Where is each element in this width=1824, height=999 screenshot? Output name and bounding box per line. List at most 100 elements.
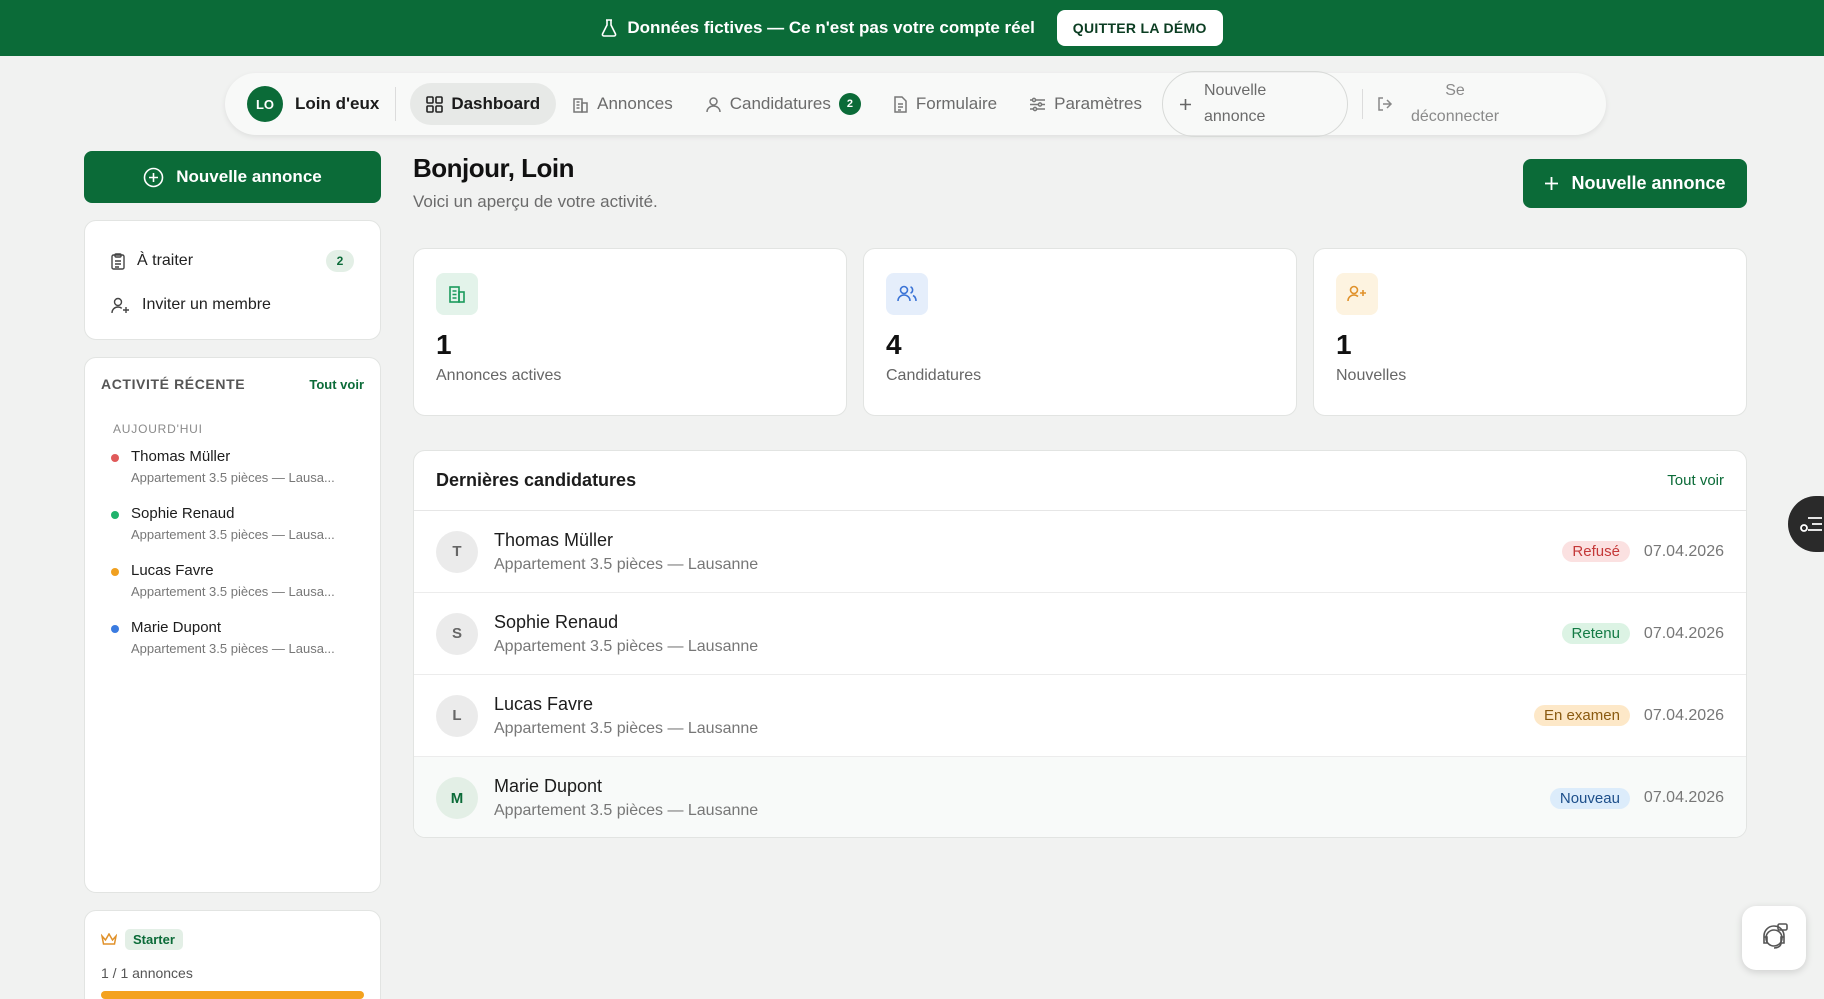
logout-line2: déconnecter [1411,108,1500,125]
activity-dot [111,625,119,633]
user-plus-icon [111,297,130,314]
table-row[interactable]: S Sophie Renaud Appartement 3.5 pièces —… [414,593,1746,675]
candidate-name: Sophie Renaud [494,611,619,632]
support-agent-icon [1757,921,1791,955]
table-row[interactable]: L Lucas Favre Appartement 3.5 pièces — L… [414,675,1746,757]
stat-label: Nouvelles [1336,367,1407,384]
plan-usage-bar [101,991,364,999]
nav-new-annonce-line2: annonce [1204,108,1266,125]
nav-parametres[interactable]: Paramètres [1013,83,1158,125]
quick-item-invite-member[interactable]: Inviter un membre [111,283,354,327]
avatar: S [436,612,478,655]
brand-name: Loin d'eux [295,94,380,113]
candidate-date: 07.04.2026 [1643,624,1724,642]
recent-activity-see-all-link[interactable]: Tout voir [309,377,364,392]
new-annonce-button[interactable]: Nouvelle annonce [1523,159,1747,208]
user-plus-icon [1336,273,1378,315]
recent-activity-card: ACTIVITÉ RÉCENTE Tout voir AUJOURD'HUI T… [84,357,381,893]
logout-button[interactable]: Se déconnecter [1377,78,1527,130]
nav-parametres-label: Paramètres [1054,94,1142,113]
page-subtitle: Voici un aperçu de votre activité. [413,192,658,211]
top-nav: LO Loin d'eux Dashboard Annonces Candida… [225,71,1606,137]
status-badge: Retenu [1561,623,1630,644]
candidate-date: 07.04.2026 [1643,542,1724,560]
users-icon [886,273,928,315]
activity-sub: Appartement 3.5 pièces — Lausa... [131,470,335,485]
sidebar-new-annonce-button[interactable]: Nouvelle annonce [84,151,381,203]
side-panel-toggle[interactable] [1788,496,1824,552]
activity-item[interactable]: Lucas Favre Appartement 3.5 pièces — Lau… [101,562,364,599]
plan-usage: 1 / 1 annonces [101,965,193,981]
stat-card-annonces[interactable]: 1 Annonces actives [413,248,847,416]
new-annonce-label: Nouvelle annonce [1571,173,1726,193]
recent-candidatures-title: Dernières candidatures [436,470,637,490]
candidate-listing: Appartement 3.5 pièces — Lausanne [494,802,759,819]
sidebar-new-annonce-label: Nouvelle annonce [176,167,322,186]
building-icon [436,273,478,315]
flask-icon [601,19,617,37]
activity-item[interactable]: Marie Dupont Appartement 3.5 pièces — La… [101,619,364,656]
logout-label: Se déconnecter [1411,78,1499,130]
activity-dot [111,454,119,462]
list-lines-icon [1800,513,1824,535]
status-badge: Nouveau [1549,787,1630,809]
recent-candidatures-see-all-link[interactable]: Tout voir [1667,472,1724,489]
nav-candidatures-label: Candidatures [729,94,831,113]
logout-line1: Se [1445,82,1465,99]
candidate-listing: Appartement 3.5 pièces — Lausanne [494,637,759,655]
activity-dot [111,511,119,519]
activity-sub: Appartement 3.5 pièces — Lausa... [131,641,335,656]
recent-activity-header: ACTIVITÉ RÉCENTE Tout voir [101,376,364,392]
nav-dashboard[interactable]: Dashboard [410,83,557,125]
activity-sub: Appartement 3.5 pièces — Lausa... [131,527,335,542]
nav-separator [1362,89,1363,119]
stat-value: 1 [436,329,452,360]
table-row[interactable]: T Thomas Müller Appartement 3.5 pièces —… [414,511,1746,593]
nav-dashboard-label: Dashboard [451,94,541,113]
activity-name: Lucas Favre [131,562,214,579]
activity-day-label: AUJOURD'HUI [113,422,203,436]
quick-item-a-traiter[interactable]: À traiter 2 [111,239,354,283]
recent-candidatures-header: Dernières candidatures Tout voir [414,451,1746,511]
page-title: Bonjour, Loin [413,153,575,183]
nav-formulaire[interactable]: Formulaire [877,83,1013,125]
stat-card-candidatures[interactable]: 4 Candidatures [863,248,1297,416]
nav-formulaire-label: Formulaire [915,94,998,113]
quick-item-label: À traiter [137,252,194,269]
brand[interactable]: LO Loin d'eux [247,86,397,122]
plan-card: Starter 1 / 1 annonces [84,910,381,999]
candidate-listing: Appartement 3.5 pièces — Lausanne [494,719,759,737]
stat-card-nouvelles[interactable]: 1 Nouvelles [1313,248,1747,416]
brand-avatar: LO [247,86,283,122]
stat-value: 4 [886,329,902,360]
nav-new-annonce-line1: Nouvelle [1204,82,1267,99]
grid-icon [426,95,444,113]
sliders-icon [1029,97,1046,112]
quit-demo-button[interactable]: QUITTER LA DÉMO [1056,10,1223,46]
demo-banner-text: Données fictives — Ce n'est pas votre co… [627,18,1035,37]
avatar: M [436,777,478,819]
document-icon [893,95,908,113]
nav-annonces[interactable]: Annonces [556,83,689,125]
demo-banner: Données fictives — Ce n'est pas votre co… [0,0,1824,56]
activity-name: Marie Dupont [131,619,222,636]
nav-new-annonce-label: Nouvelle annonce [1204,78,1266,130]
candidate-name: Lucas Favre [494,693,594,714]
activity-name: Thomas Müller [131,448,231,465]
nav-candidatures[interactable]: Candidatures 2 [689,83,877,125]
nav-annonces-label: Annonces [597,94,673,113]
quick-actions-card: À traiter 2 Inviter un membre [84,220,381,340]
plus-circle-icon [143,167,164,188]
avatar: L [436,694,478,737]
quick-item-label: Inviter un membre [142,296,271,313]
plus-icon [1179,98,1192,111]
candidate-date: 07.04.2026 [1643,706,1724,724]
support-chat-button[interactable] [1742,906,1806,970]
candidate-listing: Appartement 3.5 pièces — Lausanne [494,555,759,573]
stat-value: 1 [1336,329,1352,360]
plan-badge: Starter [101,929,183,950]
activity-item[interactable]: Sophie Renaud Appartement 3.5 pièces — L… [101,505,364,542]
table-row[interactable]: M Marie Dupont Appartement 3.5 pièces — … [414,757,1746,837]
nav-new-annonce-button[interactable]: Nouvelle annonce [1162,71,1348,137]
activity-item[interactable]: Thomas Müller Appartement 3.5 pièces — L… [101,448,364,485]
